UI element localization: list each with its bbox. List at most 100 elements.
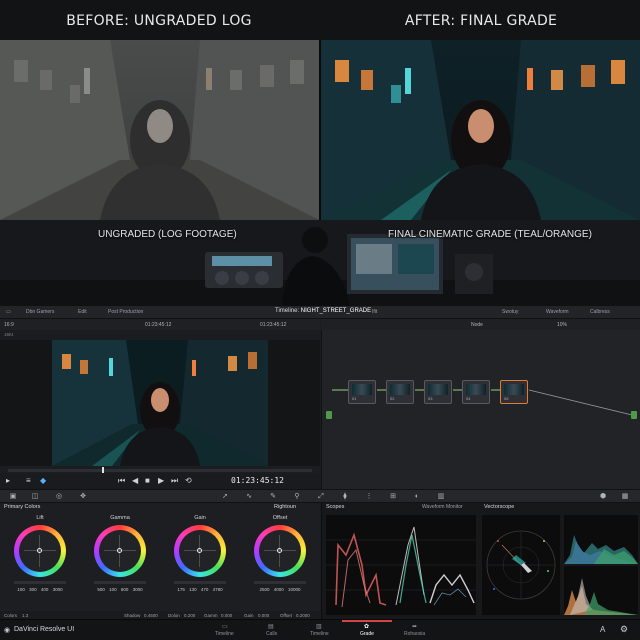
active-page-indicator: [342, 620, 392, 622]
wheel-gain[interactable]: [174, 525, 226, 577]
wheel-offset-values: 2500 4000 10000: [259, 587, 301, 592]
primary-colors-mode[interactable]: Rightoun: [274, 504, 296, 510]
wheel-gain-title: Gain: [194, 515, 206, 521]
timeline-suffix: Ifit: [372, 309, 378, 315]
offset-value[interactable]: 0.2000: [296, 613, 310, 618]
loop-toggle-icon[interactable]: ⟲: [185, 476, 192, 485]
timeline-page-icon[interactable]: ▭: [222, 623, 228, 630]
vectorscope-label: Vectorscope: [484, 504, 515, 510]
workstation-photo: UNGRADED (LOG FOOTAGE) FINAL CINEMATIC G…: [0, 220, 640, 306]
skip-start-icon[interactable]: ⏮: [118, 476, 125, 486]
wheel-offset[interactable]: [254, 525, 306, 577]
settings-gear-icon[interactable]: ⚙: [620, 624, 628, 635]
curves-icon[interactable]: ∿: [244, 492, 254, 501]
wheel-gamma-master[interactable]: [94, 581, 146, 584]
viewer-info-bar: 16:9 01:23:45:12 01:23:45:12: [0, 319, 320, 330]
gamm-value[interactable]: 0.000: [221, 613, 232, 618]
waveform-monitor: [326, 515, 476, 615]
step-back-icon[interactable]: ◀: [132, 476, 138, 485]
before-image: [0, 40, 319, 220]
offset-label: Offset: [280, 613, 292, 618]
color-match-icon[interactable]: ◫: [30, 492, 40, 501]
page-tab-rohaosia[interactable]: Rohaosia: [404, 631, 425, 637]
pagebar-right-1[interactable]: Waveform: [546, 309, 569, 315]
gallery-icon[interactable]: ▦: [620, 492, 630, 501]
skip-end-icon[interactable]: ⏭: [171, 476, 178, 486]
pagebar-item-0[interactable]: Dbn Gamers: [26, 309, 54, 315]
node-zoom[interactable]: 10%: [557, 322, 567, 328]
marker-icon[interactable]: ◆: [40, 476, 46, 485]
transport-controls: ▸ ≡ ◆ ⏮ ◀ ■ ▶ ⏭ ⟲ 01:23:45:12: [0, 473, 320, 489]
band-right-label: FINAL CINEMATIC GRADE (TEAL/ORANGE): [388, 229, 592, 240]
pagebar-item-1[interactable]: Edit: [78, 309, 87, 315]
pagebar-right-0[interactable]: Swotuy: [502, 309, 518, 315]
calls-page-icon[interactable]: ▤: [268, 623, 274, 630]
wheel-gamma[interactable]: [94, 525, 146, 577]
pagebar-item-2[interactable]: Post Production: [108, 309, 143, 315]
key-icon[interactable]: ◐: [412, 492, 422, 501]
deliver-page-icon[interactable]: ➦: [412, 623, 417, 630]
color-wheels-icon[interactable]: ◎: [54, 492, 64, 501]
wheel-offset-master[interactable]: [254, 581, 306, 584]
wheel-gain-values: 175 130 470 4780: [177, 587, 223, 592]
node-editor[interactable]: 01 02 03 04 05: [321, 330, 640, 489]
timeline-name: Timeline: NIGHT_STREET_GRADE: [275, 308, 372, 314]
viewer-sub-bar: 16Kt: [0, 330, 320, 339]
after-title: AFTER: FINAL GRADE: [404, 13, 558, 29]
node-3[interactable]: 03: [424, 380, 452, 404]
hdr-icon[interactable]: ✥: [78, 492, 88, 501]
viewer-image[interactable]: [52, 340, 268, 466]
node-2[interactable]: 02: [386, 380, 414, 404]
eyedropper-icon[interactable]: ⤢: [316, 492, 326, 501]
page-tab-timeline[interactable]: Timeline: [215, 631, 234, 637]
node-1[interactable]: 01: [348, 380, 376, 404]
tracker-icon[interactable]: ⋮: [364, 492, 374, 501]
before-title: BEFORE: UNGRADED LOG: [66, 13, 252, 29]
camera-raw-icon[interactable]: ▣: [8, 492, 18, 501]
sizing-icon[interactable]: ▥: [436, 492, 446, 501]
font-icon[interactable]: A: [600, 625, 605, 634]
viewer-scrubber[interactable]: [8, 467, 312, 474]
viewer-timecode-right: 01:23:45:12: [260, 322, 287, 328]
dolon-value[interactable]: 0.200: [184, 613, 195, 618]
main-timecode: 01:23:45:12: [231, 476, 284, 485]
page-tab-calls[interactable]: Calls: [266, 631, 277, 637]
pointer-icon[interactable]: ➚: [220, 492, 230, 501]
wheel-gain-master[interactable]: [174, 581, 226, 584]
play-icon[interactable]: ▶: [158, 476, 164, 485]
shadow-value[interactable]: 0.4500: [144, 613, 158, 618]
node-4[interactable]: 04: [462, 380, 490, 404]
grade-page-icon[interactable]: ✿: [364, 623, 369, 630]
primary-colors-panel: Primary Colors Rightoun Lift 100 300 400…: [0, 503, 320, 620]
media-pool-icon[interactable]: ▭: [6, 309, 11, 315]
blur-icon[interactable]: ⊞: [388, 492, 398, 501]
pagebar-right-2[interactable]: Calbress: [590, 309, 610, 315]
timeline2-page-icon[interactable]: ▥: [316, 623, 322, 630]
stills-icon[interactable]: ⬢: [598, 492, 608, 501]
warper-icon[interactable]: ✎: [268, 492, 278, 501]
waveform-label[interactable]: Waveform Monitor: [422, 504, 463, 510]
wheel-lift-master[interactable]: [14, 581, 66, 584]
gamm-label: Gamm: [204, 613, 218, 618]
qualifier-icon[interactable]: ⚲: [292, 492, 302, 501]
window-icon[interactable]: ⧫: [340, 492, 350, 501]
colors-label: Colors: [4, 613, 18, 618]
colors-value[interactable]: 1.3: [22, 613, 28, 618]
wheel-lift[interactable]: [14, 525, 66, 577]
dolon-label: Dolon: [168, 613, 180, 618]
node-output-port[interactable]: [631, 411, 637, 419]
gain-value[interactable]: 0.000: [258, 613, 269, 618]
loop-icon[interactable]: ▸: [6, 476, 10, 485]
page-tab-timeline-2[interactable]: Timeline: [310, 631, 329, 637]
wheel-offset-title: Offset: [272, 515, 288, 521]
page-tab-grade[interactable]: Grade: [360, 631, 374, 637]
wheel-lift-title: Lift: [36, 515, 44, 521]
node-5[interactable]: 05: [500, 380, 528, 404]
node-editor-label: Node: [471, 322, 483, 328]
list-icon[interactable]: ≡: [26, 476, 31, 485]
wheel-gamma-values: 500 100 600 3000: [97, 587, 143, 592]
histogram-top: [564, 515, 638, 564]
node-input-port[interactable]: [326, 411, 332, 419]
aspect-label[interactable]: 16:9: [4, 322, 14, 328]
stop-icon[interactable]: ■: [145, 476, 150, 485]
